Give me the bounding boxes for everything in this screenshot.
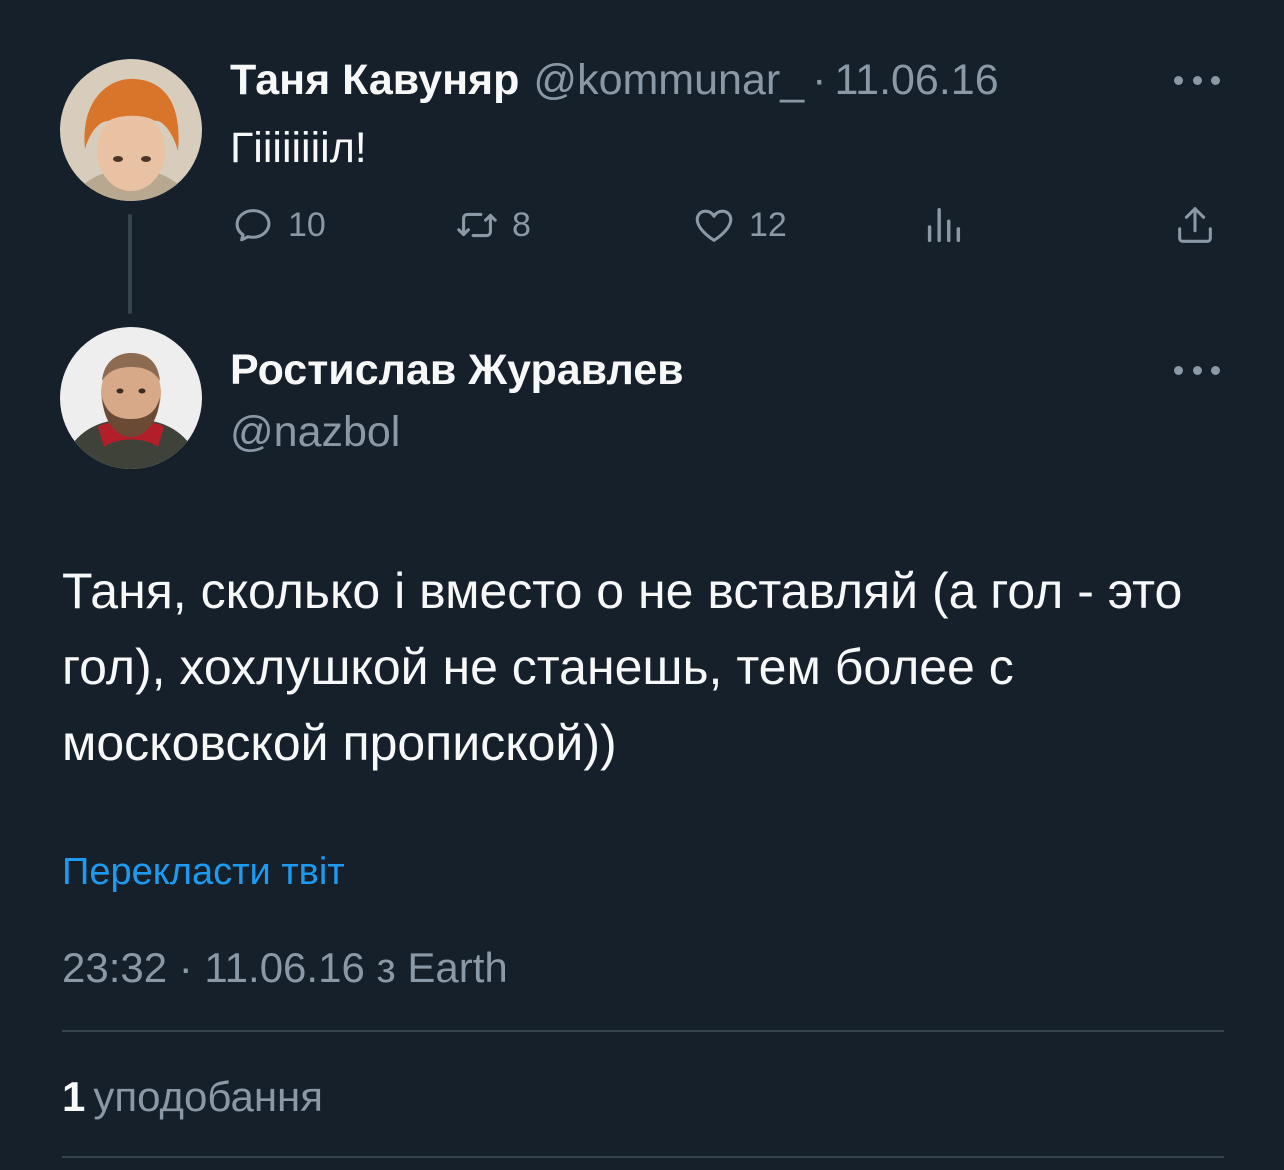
reply-tweet-text: Таня, сколько і вместо о не вставляй (а … bbox=[62, 563, 1183, 771]
parent-tweet-date[interactable]: 11.06.16 bbox=[834, 52, 998, 108]
like-button[interactable]: 12 bbox=[691, 198, 787, 252]
share-button[interactable] bbox=[1172, 198, 1218, 252]
views-icon bbox=[927, 207, 961, 243]
retweet-button[interactable]: 8 bbox=[454, 198, 531, 252]
reply-icon bbox=[235, 209, 271, 242]
likes-count: 1 bbox=[62, 1073, 86, 1120]
share-icon bbox=[1178, 207, 1212, 243]
parent-tweet-text: Гііііііііл! bbox=[230, 124, 367, 172]
thread-connector bbox=[128, 214, 132, 314]
likes-summary[interactable]: 1 уподобання bbox=[62, 1069, 323, 1125]
translate-tweet-link[interactable]: Перекласти твіт bbox=[62, 847, 345, 897]
reply-button[interactable]: 10 bbox=[230, 198, 326, 252]
likes-label: уподобання bbox=[93, 1073, 323, 1120]
like-icon bbox=[695, 209, 733, 242]
reply-author-name[interactable]: Ростислав Журавлев bbox=[230, 342, 684, 398]
views-button[interactable] bbox=[920, 198, 966, 252]
like-count: 12 bbox=[749, 205, 787, 244]
parent-tweet-header: Таня Кавуняр @kommunar_ · 11.06.16 bbox=[230, 52, 999, 108]
parent-more-icon[interactable] bbox=[1174, 70, 1220, 90]
reply-author-handle[interactable]: @nazbol bbox=[230, 404, 400, 460]
reply-more-icon[interactable] bbox=[1174, 360, 1220, 380]
avatar-image bbox=[60, 59, 202, 201]
retweet-count: 8 bbox=[512, 205, 531, 244]
retweet-icon bbox=[457, 212, 497, 238]
parent-author-handle[interactable]: @kommunar_ bbox=[533, 52, 804, 108]
tweet-timestamp-source[interactable]: 23:32 · 11.06.16 з Earth bbox=[62, 940, 508, 996]
avatar-image bbox=[60, 327, 202, 469]
avatar-kommunar[interactable] bbox=[60, 59, 202, 201]
divider bbox=[62, 1156, 1224, 1158]
avatar-nazbol[interactable] bbox=[60, 327, 202, 469]
header-separator: · bbox=[812, 56, 827, 104]
parent-author-name[interactable]: Таня Кавуняр bbox=[230, 52, 519, 108]
divider bbox=[62, 1030, 1224, 1032]
reply-count: 10 bbox=[288, 205, 326, 244]
